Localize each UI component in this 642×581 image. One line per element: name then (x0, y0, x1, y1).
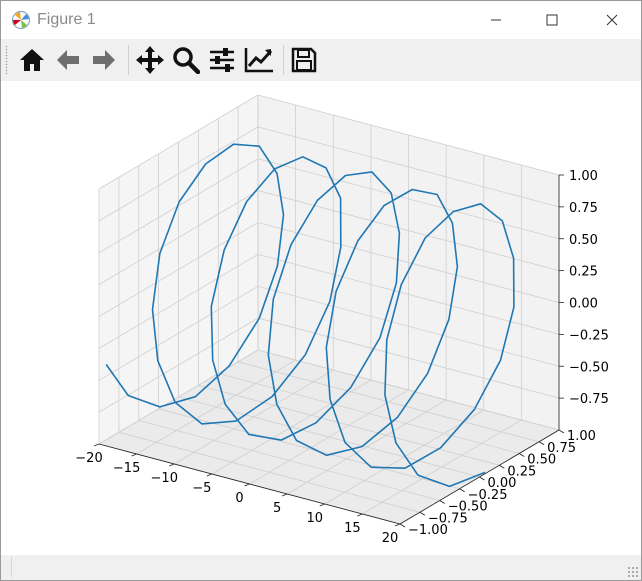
x-tick-mark (319, 503, 325, 507)
y-tick-mark (538, 441, 545, 446)
y-tick-mark (419, 511, 426, 516)
x-tick-label: 0 (235, 491, 243, 506)
x-tick-label: −5 (192, 481, 211, 496)
y-tick-mark (439, 500, 445, 504)
x-tick-mark (244, 483, 250, 487)
z-tick-label: −0.50 (569, 360, 609, 375)
title-bar[interactable]: Figure 1 (1, 1, 641, 39)
x-tick-mark (394, 523, 401, 527)
x-tick-label: 10 (306, 511, 323, 526)
z-tick-label: 1.00 (569, 169, 598, 184)
x-tick-mark (281, 493, 288, 497)
matplotlib-logo-icon (11, 10, 31, 30)
z-tick-label: 0.00 (569, 297, 598, 312)
save-icon (291, 47, 317, 73)
y-tick-label: 1.00 (567, 429, 596, 444)
back-arrow-icon (57, 50, 79, 70)
toolbar-separator (283, 45, 284, 75)
z-tick-label: 0.75 (569, 201, 598, 216)
x-tick-label: 15 (344, 521, 361, 536)
x-tick-mark (357, 513, 363, 517)
resize-grip-icon[interactable] (627, 566, 639, 578)
y-tick-mark (499, 464, 505, 469)
y-tick-mark (459, 488, 465, 493)
x-tick-label: 5 (273, 501, 281, 516)
close-icon (606, 14, 618, 26)
z-tick-label: −0.75 (569, 392, 609, 407)
z-tick-label: 0.50 (569, 233, 598, 248)
y-tick-mark (519, 453, 525, 457)
pan-button[interactable] (133, 43, 167, 77)
maximize-icon (546, 14, 558, 26)
zoom-icon (173, 47, 200, 74)
x-tick-mark (93, 443, 100, 447)
3d-plot[interactable]: −20−15−10−505101520−1.00−0.75−0.50−0.250… (1, 81, 641, 555)
y-tick-mark (479, 476, 485, 481)
minimize-button[interactable] (473, 1, 519, 39)
close-button[interactable] (589, 1, 635, 39)
axis-panes (99, 95, 559, 524)
home-icon (20, 49, 44, 71)
save-button[interactable] (287, 43, 321, 77)
customize-button[interactable] (242, 43, 276, 77)
forward-button[interactable] (87, 43, 121, 77)
x-tick-label: 20 (382, 531, 399, 546)
back-button[interactable] (51, 43, 85, 77)
x-tick-label: −20 (75, 451, 102, 466)
navigation-toolbar (1, 39, 641, 81)
pan-icon (136, 46, 164, 74)
status-message (11, 557, 626, 577)
z-tick-label: −0.25 (569, 328, 609, 343)
x-tick-mark (206, 473, 213, 477)
y-tick-mark (399, 523, 406, 528)
home-button[interactable] (15, 43, 49, 77)
zoom-button[interactable] (169, 43, 203, 77)
x-tick-mark (169, 463, 175, 467)
forward-arrow-icon (93, 50, 115, 70)
subplots-icon (210, 48, 234, 72)
figure-canvas[interactable]: −20 −15 −10 −5 0 5 10 15 20 −1.00 −0.75 −0.50 −0.25 0… (1, 81, 641, 555)
toolbar-separator (128, 45, 129, 75)
figure-window: Figure 1 −20 −15 −10 −5 0 5 10 15 20 −1.… (0, 0, 642, 581)
toolbar-handle[interactable] (5, 45, 8, 75)
window-title: Figure 1 (37, 11, 96, 28)
maximize-button[interactable] (529, 1, 575, 39)
x-tick-mark (131, 453, 137, 457)
y-tick-mark (558, 429, 565, 434)
minimize-icon (491, 19, 501, 21)
edit-axis-icon (244, 48, 273, 73)
x-tick-label: −15 (113, 461, 140, 476)
z-tick-label: 0.25 (569, 265, 598, 280)
status-bar (1, 555, 641, 580)
x-tick-label: −10 (151, 471, 178, 486)
subplots-button[interactable] (205, 43, 239, 77)
